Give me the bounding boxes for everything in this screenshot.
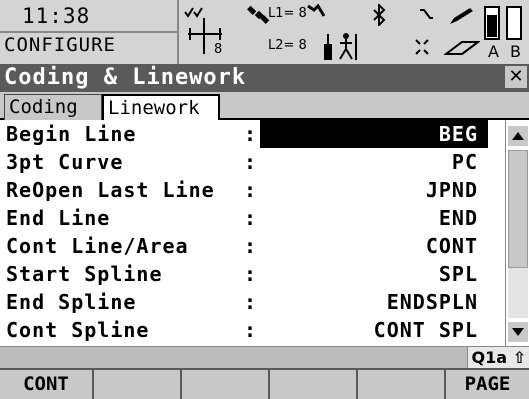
- separator: :: [244, 234, 257, 258]
- page-softkey[interactable]: PAGE: [446, 370, 529, 399]
- scroll-down-button[interactable]: [508, 322, 528, 342]
- window-title: Coding & Linework: [4, 65, 247, 90]
- row-cont-spline[interactable]: Cont Spline : CONT SPL: [0, 316, 505, 344]
- row-begin-line[interactable]: Begin Line : BEG: [0, 120, 505, 148]
- separator: :: [244, 262, 257, 286]
- battery-a-label: A: [488, 42, 499, 61]
- battery-a-icon: [484, 6, 500, 40]
- stylus-icon: [450, 8, 473, 24]
- cont-spline-label: Cont Spline: [6, 318, 150, 342]
- linework-form: Begin Line : BEG 3pt Curve : PC ReOpen L…: [0, 120, 505, 346]
- network-icon: [415, 39, 429, 55]
- l1-satellites: L1= 8: [268, 6, 307, 21]
- memory-card-icon: [444, 41, 480, 55]
- tab-linework[interactable]: Linework: [102, 94, 220, 122]
- close-button[interactable]: ✕: [505, 66, 527, 88]
- arrow-up-icon: [512, 132, 524, 140]
- position-quality-icon: [184, 7, 222, 54]
- tab-coding[interactable]: Coding: [4, 94, 102, 120]
- scrollbar[interactable]: [505, 120, 529, 346]
- row-start-spline[interactable]: Start Spline : SPL: [0, 260, 505, 288]
- row-cont-line-area[interactable]: Cont Line/Area : CONT: [0, 232, 505, 260]
- info-bar: Q1a ⇧: [0, 346, 529, 369]
- row-3pt-curve[interactable]: 3pt Curve : PC: [0, 148, 505, 176]
- cont-line-area-label: Cont Line/Area: [6, 234, 189, 258]
- row-end-spline[interactable]: End Spline : ENDSPLN: [0, 288, 505, 316]
- softkey-f5[interactable]: [358, 370, 444, 399]
- battery-b-icon: [506, 6, 522, 40]
- separator: :: [244, 150, 257, 174]
- status-bar: 11:38 CONFIGURE 8 L1= 8 L2= 8 A B: [0, 0, 529, 64]
- scroll-thumb[interactable]: [508, 150, 528, 268]
- bluetooth-icon: [373, 4, 386, 26]
- end-spline-label: End Spline: [6, 290, 137, 314]
- begin-line-field[interactable]: BEG: [260, 120, 488, 148]
- gps-count: 8: [214, 42, 223, 57]
- rover-icon: [324, 33, 357, 60]
- begin-line-label: Begin Line: [6, 122, 137, 146]
- softkey-bar: CONT PAGE: [0, 368, 529, 399]
- 3pt-curve-label: 3pt Curve: [6, 150, 124, 174]
- softkey-f2[interactable]: [94, 370, 180, 399]
- end-line-field[interactable]: END: [260, 204, 488, 232]
- scroll-up-button[interactable]: [508, 126, 528, 146]
- input-mode-indicator: Q1a ⇧: [467, 347, 529, 369]
- start-spline-field[interactable]: SPL: [260, 260, 488, 288]
- separator: :: [244, 290, 257, 314]
- clock-time: 11:38: [22, 4, 91, 28]
- cont-softkey[interactable]: CONT: [0, 370, 92, 399]
- battery-b-label: B: [510, 42, 521, 61]
- softkey-f3[interactable]: [182, 370, 268, 399]
- separator: :: [244, 206, 257, 230]
- reopen-last-line-field[interactable]: JPND: [260, 176, 488, 204]
- title-bar: Coding & Linework ✕: [0, 64, 529, 92]
- mode-label: CONFIGURE: [4, 34, 116, 56]
- arrow-down-icon: [512, 328, 524, 336]
- row-reopen-last-line[interactable]: ReOpen Last Line : JPND: [0, 176, 505, 204]
- status-info: 11:38 CONFIGURE: [0, 0, 179, 64]
- reopen-last-line-label: ReOpen Last Line: [6, 178, 215, 202]
- end-line-label: End Line: [6, 206, 111, 230]
- end-spline-field[interactable]: ENDSPLN: [260, 288, 488, 316]
- separator: :: [244, 178, 257, 202]
- softkey-f4[interactable]: [270, 370, 356, 399]
- link-icon: [420, 9, 433, 19]
- tab-bar: Coding Linework: [0, 92, 529, 122]
- row-end-line[interactable]: End Line : END: [0, 204, 505, 232]
- separator: :: [244, 122, 257, 146]
- cont-spline-field[interactable]: CONT SPL: [260, 316, 488, 344]
- l2-satellites: L2= 8: [268, 38, 307, 53]
- separator: :: [244, 318, 257, 342]
- cont-line-area-field[interactable]: CONT: [260, 232, 488, 260]
- signal-icon: [307, 3, 326, 17]
- 3pt-curve-field[interactable]: PC: [260, 148, 488, 176]
- start-spline-label: Start Spline: [6, 262, 163, 286]
